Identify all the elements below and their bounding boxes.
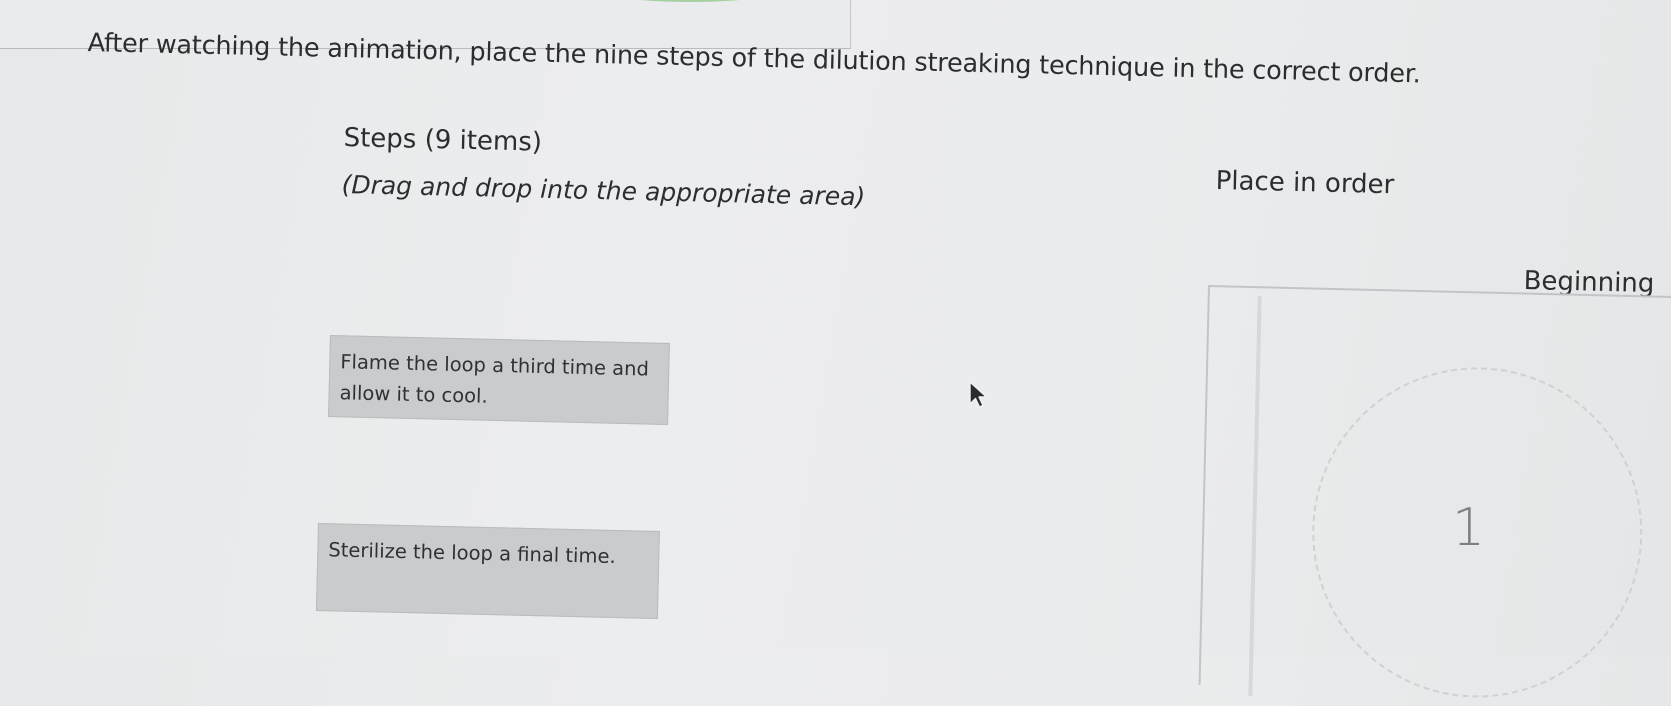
drag-drop-hint: (Drag and drop into the appropriate area… [341, 170, 866, 212]
steps-panel-title: Steps (9 items) [343, 123, 543, 158]
drop-zone-divider [1248, 296, 1262, 697]
step-card-label: Sterilize the loop a final time. [328, 538, 616, 569]
draggable-step-card[interactable]: Sterilize the loop a final time. [315, 523, 660, 620]
order-panel-title: Place in order [1215, 166, 1395, 201]
order-drop-zone[interactable] [1198, 285, 1671, 702]
draggable-step-card[interactable]: Flame the loop a third time and allow it… [328, 335, 670, 425]
animation-graphic [560, 0, 820, 2]
step-card-label: Flame the loop a third time and allow it… [339, 350, 650, 408]
slot-number: 1 [1452, 498, 1486, 558]
mouse-pointer-icon [969, 381, 988, 408]
